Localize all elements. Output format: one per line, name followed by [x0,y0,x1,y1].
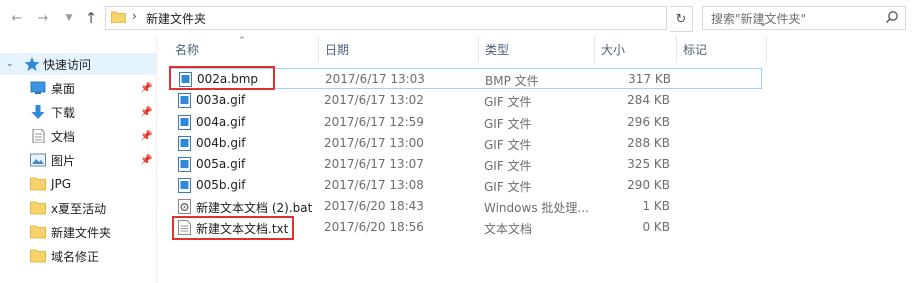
table-row[interactable]: 新建文本文档 (2).bat 2017/6/20 18:43 Windows 批… [170,196,762,217]
breadcrumb-current-folder[interactable]: 新建文件夹 [146,10,206,27]
chevron-down-icon[interactable]: ⌄ [6,59,14,69]
file-date: 2017/6/17 13:00 [324,136,424,150]
table-row[interactable]: 004b.gif 2017/6/17 13:00 GIF 文件 288 KB [170,133,762,154]
file-type: Windows 批处理... [484,201,589,215]
sidebar-item-documents[interactable]: 文档 📌 [0,125,156,147]
folder-icon [30,249,46,263]
search-placeholder: 搜索"新建文件夹" [711,12,807,26]
sidebar-item-x-summer-event[interactable]: x夏至活动 [0,197,156,219]
file-date: 2017/6/17 13:08 [324,178,424,192]
file-name: 004b.gif [196,136,246,150]
table-row[interactable]: 005a.gif 2017/6/17 13:07 GIF 文件 325 KB [170,154,762,175]
refresh-icon[interactable]: ↻ [670,6,693,32]
pin-icon[interactable]: 📌 [140,131,152,142]
navigation-bar: ← → ▼ ↑ › 新建文件夹 ⌄ ↻ 搜索"新建文件夹" [0,0,913,36]
folder-icon [30,225,46,239]
folder-icon [30,201,46,215]
sidebar-item-label: 快速访问 [43,57,92,72]
file-type: BMP 文件 [485,74,539,88]
file-date: 2017/6/17 12:59 [324,115,424,129]
sidebar-item-label: JPG [51,177,72,191]
file-size: 317 KB [628,72,671,86]
column-header-row: 名称 日期 类型 大小 标记 [157,36,913,62]
desktop-icon [30,81,46,94]
sidebar-item-label: x夏至活动 [51,201,107,216]
image-file-icon [178,93,191,108]
image-file-icon [178,178,191,193]
pane-divider[interactable] [156,36,157,283]
file-size: 0 KB [642,220,670,234]
sidebar-item-domain-fix[interactable]: 域名修正 [0,245,156,267]
sidebar-item-new-folder[interactable]: 新建文件夹 [0,221,156,243]
file-size: 288 KB [627,136,670,150]
file-name: 新建文本文档 (2).bat [196,201,313,215]
image-file-icon [178,136,191,151]
table-row[interactable]: 003a.gif 2017/6/17 13:02 GIF 文件 284 KB [170,90,762,111]
file-type: GIF 文件 [484,159,532,173]
address-bar[interactable]: › 新建文件夹 ⌄ [105,6,767,30]
column-header-size[interactable]: 大小 [595,36,677,62]
search-input[interactable]: 搜索"新建文件夹" [702,6,906,30]
column-header-tags[interactable]: 标记 [677,36,767,62]
file-date: 2017/6/20 18:56 [324,220,424,234]
pin-icon[interactable]: 📌 [140,107,152,118]
highlight-box-txt-file [172,216,294,240]
image-file-icon [178,115,191,130]
breadcrumb-separator-icon: › [132,9,137,23]
file-date: 2017/6/20 18:43 [324,199,424,213]
file-size: 290 KB [627,178,670,192]
table-row[interactable]: 005b.gif 2017/6/17 13:08 GIF 文件 290 KB [170,175,762,196]
picture-icon [30,153,46,167]
file-name: 004a.gif [196,115,246,129]
file-type: GIF 文件 [484,117,532,131]
sidebar-item-desktop[interactable]: 桌面 📌 [0,77,156,99]
column-header-date[interactable]: 日期 [319,36,479,62]
folder-icon [30,177,46,191]
sidebar-item-label: 下载 [51,105,76,120]
file-type: GIF 文件 [484,138,532,152]
column-divider[interactable] [766,36,767,62]
column-header-type[interactable]: 类型 [479,36,595,62]
file-type: 文本文档 [484,222,533,236]
file-size: 325 KB [627,157,670,171]
file-type: GIF 文件 [484,95,532,109]
sidebar-item-label: 新建文件夹 [51,225,112,240]
document-icon [32,129,45,143]
table-row[interactable]: 004a.gif 2017/6/17 12:59 GIF 文件 296 KB [170,112,762,133]
file-size: 296 KB [627,115,670,129]
image-file-icon [178,157,191,172]
sidebar-item-label: 桌面 [51,81,76,96]
star-icon [24,57,40,71]
file-name: 003a.gif [196,93,246,107]
back-arrow-icon[interactable]: ← [8,9,26,27]
pin-icon[interactable]: 📌 [140,155,152,166]
column-header-name[interactable]: 名称 [169,36,319,62]
pin-icon[interactable]: 📌 [140,83,152,94]
file-date: 2017/6/17 13:07 [324,157,424,171]
batch-file-icon [178,199,191,214]
recent-locations-chevron-icon[interactable]: ▼ [60,9,78,27]
file-date: 2017/6/17 13:02 [324,93,424,107]
file-size: 1 KB [642,199,670,213]
navigation-pane: ⌄ 快速访问 桌面 📌 下载 📌 文档 📌 图片 📌 JPG x夏至活动 新建文… [0,36,156,283]
download-icon [31,105,45,119]
forward-arrow-icon[interactable]: → [34,9,52,27]
file-name: 005a.gif [196,157,246,171]
file-size: 284 KB [627,93,670,107]
sidebar-item-jpg[interactable]: JPG [0,173,156,195]
up-arrow-icon[interactable]: ↑ [82,9,100,27]
highlight-box-bmp-file [169,66,275,90]
folder-icon [111,11,126,23]
sidebar-item-pictures[interactable]: 图片 📌 [0,149,156,171]
file-type: GIF 文件 [484,180,532,194]
sidebar-item-label: 图片 [51,153,76,168]
file-date: 2017/6/17 13:03 [325,72,425,86]
sidebar-item-downloads[interactable]: 下载 📌 [0,101,156,123]
sidebar-item-quick-access[interactable]: ⌄ 快速访问 [0,53,156,75]
file-name: 005b.gif [196,178,246,192]
sidebar-item-label: 域名修正 [51,249,100,264]
search-icon[interactable] [885,10,899,24]
sidebar-item-label: 文档 [51,129,76,144]
